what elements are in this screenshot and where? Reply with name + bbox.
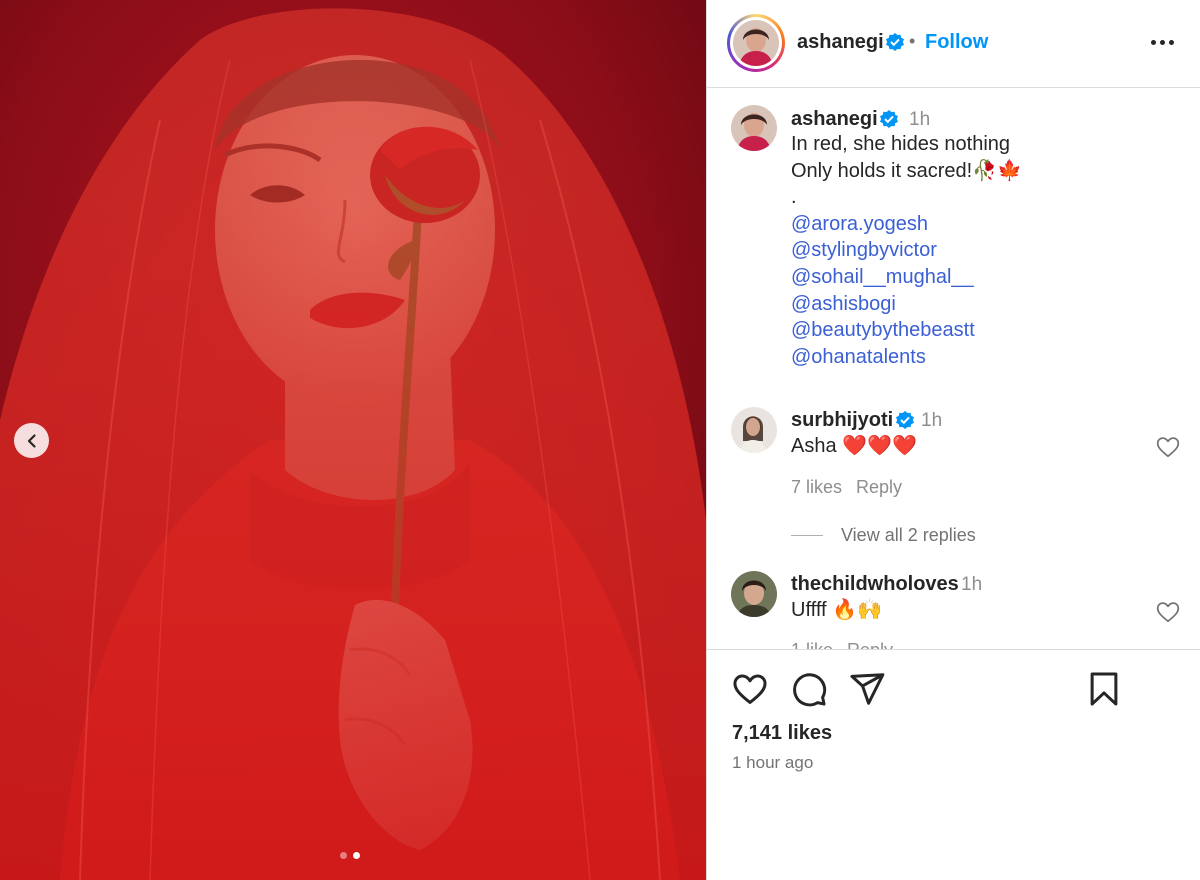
comment-like-button[interactable] xyxy=(1155,434,1181,460)
caption-line: In red, she hides nothing xyxy=(791,133,1011,155)
post-header: ashanegi • Follow xyxy=(707,0,1200,88)
comment-text: Uffff 🔥🙌 xyxy=(791,599,882,621)
view-replies-button[interactable]: View all 2 replies xyxy=(791,525,976,546)
mention-link[interactable]: @beautybythebeastt xyxy=(791,317,1181,344)
author-username[interactable]: ashanegi xyxy=(797,31,884,54)
avatar-image xyxy=(733,20,779,66)
heart-icon xyxy=(1156,602,1180,623)
replies-divider xyxy=(791,535,823,536)
comment-likes[interactable]: 7 likes xyxy=(791,477,842,497)
comment-likes[interactable]: 1 like xyxy=(791,640,833,649)
comment-avatar[interactable] xyxy=(731,407,777,453)
like-button[interactable] xyxy=(731,670,769,713)
caption-avatar[interactable] xyxy=(731,105,777,151)
carousel-dot xyxy=(340,852,347,859)
like-count[interactable]: 7,141 likes xyxy=(732,722,832,745)
comment-avatar[interactable] xyxy=(731,571,777,617)
mention-link[interactable]: @ohanatalents xyxy=(791,344,1181,371)
bookmark-icon xyxy=(1090,672,1118,706)
chevron-left-icon xyxy=(27,433,36,448)
mention-link[interactable]: @ashisbogi xyxy=(791,291,1181,318)
caption-username[interactable]: ashanegi xyxy=(791,108,878,131)
caption-time: 1h xyxy=(909,109,931,130)
reply-button[interactable]: Reply xyxy=(856,477,902,497)
mention-link[interactable]: @sohail__mughal__ xyxy=(791,264,1181,291)
comment-time: 1h xyxy=(921,410,943,431)
caption-line: Only holds it sacred!🥀🍁 xyxy=(791,159,1022,182)
carousel-prev-button[interactable] xyxy=(14,423,49,458)
mention-link[interactable]: @stylingbyvictor xyxy=(791,237,1181,264)
heart-icon xyxy=(1156,437,1180,458)
comment-icon xyxy=(793,673,827,707)
mention-link[interactable]: @arora.yogesh xyxy=(791,211,1181,238)
comment-username[interactable]: thechildwholoves xyxy=(791,573,959,596)
view-replies-label: View all 2 replies xyxy=(841,525,976,545)
comment-username[interactable]: surbhijyoti xyxy=(791,409,893,432)
share-icon xyxy=(850,673,885,705)
post-media[interactable] xyxy=(0,0,706,880)
more-options-icon[interactable] xyxy=(1147,32,1177,52)
carousel-indicator xyxy=(340,852,360,859)
save-button[interactable] xyxy=(1085,670,1123,713)
reply-button[interactable]: Reply xyxy=(847,640,893,649)
heart-icon xyxy=(733,674,767,704)
author-avatar[interactable] xyxy=(727,14,785,72)
comment-text: Asha ❤️❤️❤️ xyxy=(791,435,917,457)
post-actions: 7,141 likes 1 hour ago xyxy=(707,649,1200,880)
post-details-panel: ashanegi • Follow ashanegi 1h In red, sh… xyxy=(706,0,1200,880)
follow-button[interactable]: Follow xyxy=(925,31,988,54)
post-timestamp[interactable]: 1 hour ago xyxy=(732,753,813,773)
caption-dot: . xyxy=(791,186,797,209)
caption-text: In red, she hides nothing Only holds it … xyxy=(791,131,1181,370)
share-button[interactable] xyxy=(848,670,886,713)
comment-button[interactable] xyxy=(790,670,828,713)
comment-like-button[interactable] xyxy=(1155,599,1181,625)
comments-section[interactable]: ashanegi 1h In red, she hides nothing On… xyxy=(707,89,1200,649)
header-separator: • xyxy=(909,31,916,51)
comment-meta: 1 like Reply xyxy=(791,640,893,649)
carousel-dot-active xyxy=(353,852,360,859)
verified-badge-icon xyxy=(885,32,905,57)
post-photo xyxy=(0,0,706,880)
comment-meta: 7 likes Reply xyxy=(791,477,902,498)
verified-badge-icon xyxy=(895,410,915,435)
comment-time: 1h xyxy=(961,574,983,595)
